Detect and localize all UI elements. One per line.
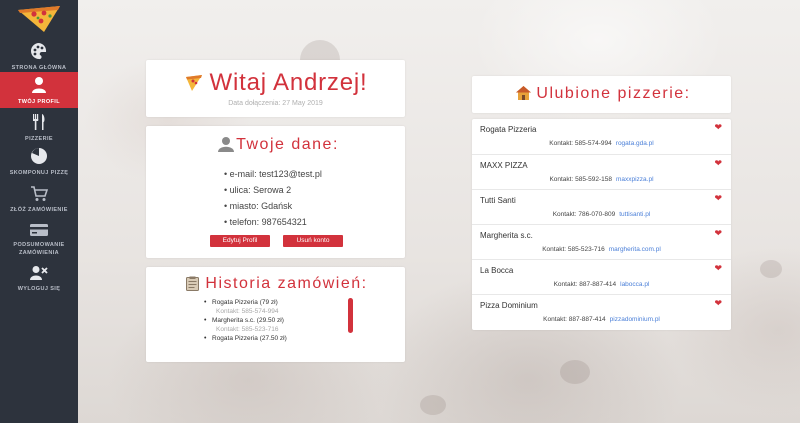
pizzeria-name: MAXX PIZZA (480, 161, 528, 170)
background-olive (560, 360, 590, 384)
heart-icon[interactable]: ❤ (714, 193, 722, 204)
palette-icon (31, 43, 47, 60)
pizzeria-link[interactable]: maxxpizza.pl (616, 176, 654, 183)
city-field: • miasto: Gdańsk (224, 201, 293, 211)
sidebar-item-label-2: ZAMÓWIENIA (18, 250, 60, 256)
order-item: • Rogata Pizzeria (27.50 zł) (204, 335, 287, 342)
sidebar-item-label: WYLOGUJ SIĘ (17, 286, 61, 292)
welcome-title: Witaj Andrzej! (209, 69, 368, 96)
pie-chart-icon (31, 148, 47, 164)
pizzeria-contact: Kontakt: 887-887-414 labocca.pl (553, 281, 650, 288)
sidebar-item-compose-pizza[interactable]: SKOMPONUJ PIZZĘ (0, 147, 78, 176)
welcome-card: Witaj Andrzej! Data dołączenia: 27 May 2… (146, 60, 405, 117)
favorites-title: Ulubione pizzerie: (536, 85, 691, 102)
user-data-title: Twoje dane: (236, 136, 339, 153)
heart-icon[interactable]: ❤ (714, 158, 722, 169)
pizzeria-contact: Kontakt: 786-070-809 tuttisanti.pl (552, 211, 651, 218)
favorite-item[interactable]: La Bocca ❤ Kontakt: 887-887-414 labocca.p… (472, 259, 731, 295)
pizzeria-link[interactable]: pizzadominium.pl (610, 316, 660, 323)
sidebar-item-label: TWÓJ PROFIL (18, 99, 60, 105)
pizzeria-contact: Kontakt: 585-592-158 maxxpizza.pl (549, 176, 654, 183)
order-history-card: Historia zamówień: • Rogata Pizzeria (79 … (146, 267, 405, 362)
pizzeria-link[interactable]: margherita.com.pl (609, 246, 661, 253)
pizzeria-name: Pizza Dominium (480, 301, 538, 310)
sidebar-item-label: PIZZERIE (25, 136, 53, 142)
sidebar-item-logout[interactable]: WYLOGUJ SIĘ (0, 265, 78, 293)
order-history-scrollbar[interactable] (348, 298, 353, 333)
sidebar-item-label: STRONA GŁÓWNA (11, 65, 67, 71)
favorites-list: Rogata Pizzeria ❤ Kontakt: 585-574-994 ro… (472, 119, 731, 330)
favorite-item[interactable]: MAXX PIZZA ❤ Kontakt: 585-592-158 maxxpiz… (472, 154, 731, 190)
pizzeria-contact: Kontakt: 887-887-414 pizzadominium.pl (543, 316, 660, 323)
favorites-header-card: Ulubione pizzerie: (472, 76, 731, 113)
background-olive (420, 395, 446, 415)
pizzeria-link[interactable]: rogata.gda.pl (616, 140, 654, 147)
sidebar-item-label: PODSUMOWANIE (13, 242, 65, 248)
delete-account-button[interactable]: Usuń konto (283, 235, 343, 247)
pizzeria-contact: Kontakt: 585-523-716 margherita.com.pl (542, 246, 661, 253)
street-field: • ulica: Serowa 2 (224, 185, 292, 195)
pizzeria-link[interactable]: labocca.pl (620, 281, 649, 288)
cart-icon (31, 186, 48, 201)
user-remove-icon (30, 266, 48, 280)
sidebar: STRONA GŁÓWNA TWÓJ PROFIL PIZZERIE SKOMP… (0, 0, 78, 423)
user-data-card: Twoje dane: • e-mail: test123@test.pl • … (146, 126, 405, 258)
sidebar-item-summary[interactable]: PODSUMOWANIE ZAMÓWIENIA (0, 223, 78, 257)
favorite-item[interactable]: Rogata Pizzeria ❤ Kontakt: 585-574-994 ro… (472, 119, 731, 154)
pizzeria-name: Tutti Santi (480, 196, 516, 205)
cutlery-icon (33, 114, 45, 130)
sidebar-item-profile[interactable]: TWÓJ PROFIL (0, 72, 78, 108)
heart-icon[interactable]: ❤ (714, 228, 722, 239)
pizzeria-name: Rogata Pizzeria (480, 125, 537, 134)
pizzeria-name: Margherita s.c. (480, 231, 533, 240)
order-item: • Rogata Pizzeria (79 zł) (204, 299, 278, 306)
pizzeria-contact: Kontakt: 585-574-994 rogata.gda.pl (549, 140, 654, 147)
edit-profile-button[interactable]: Edytuj Profil (210, 235, 270, 247)
credit-card-icon (30, 224, 48, 236)
heart-icon[interactable]: ❤ (714, 298, 722, 309)
order-history-title: Historia zamówień: (205, 275, 368, 292)
heart-icon[interactable]: ❤ (714, 263, 722, 274)
email-field: • e-mail: test123@test.pl (224, 169, 322, 179)
favorite-item[interactable]: Margherita s.c. ❤ Kontakt: 585-523-716 ma… (472, 224, 731, 260)
sidebar-item-home[interactable]: STRONA GŁÓWNA (0, 42, 78, 71)
sidebar-item-label: SKOMPONUJ PIZZĘ (9, 170, 69, 176)
join-date: Data dołączenia: 27 May 2019 (228, 100, 323, 107)
background-olive (760, 260, 782, 278)
pizzeria-name: La Bocca (480, 266, 514, 275)
sidebar-item-order[interactable]: ZŁÓŻ ZAMÓWIENIE (0, 186, 78, 213)
phone-field: • telefon: 987654321 (224, 217, 307, 227)
favorite-item[interactable]: Pizza Dominium ❤ Kontakt: 887-887-414 piz… (472, 294, 731, 330)
heart-icon[interactable]: ❤ (714, 122, 722, 133)
order-item: • Margherita s.c. (29.50 zł) (204, 317, 284, 324)
order-contact: Kontakt: 585-574-994 (216, 308, 279, 315)
user-icon (32, 77, 46, 93)
user-data-list: • e-mail: test123@test.pl • ulica: Serow… (224, 166, 322, 230)
order-contact: Kontakt: 585-523-716 (216, 326, 279, 333)
pizza-logo[interactable] (14, 2, 64, 36)
favorite-item[interactable]: Tutti Santi ❤ Kontakt: 786-070-809 tuttis… (472, 189, 731, 225)
sidebar-item-label: ZŁÓŻ ZAMÓWIENIE (10, 207, 68, 213)
pizzeria-link[interactable]: tuttisanti.pl (619, 211, 650, 218)
sidebar-item-pizzerias[interactable]: PIZZERIE (0, 113, 78, 142)
order-list: • Rogata Pizzeria (79 zł) Kontakt: 585-57… (204, 298, 287, 343)
